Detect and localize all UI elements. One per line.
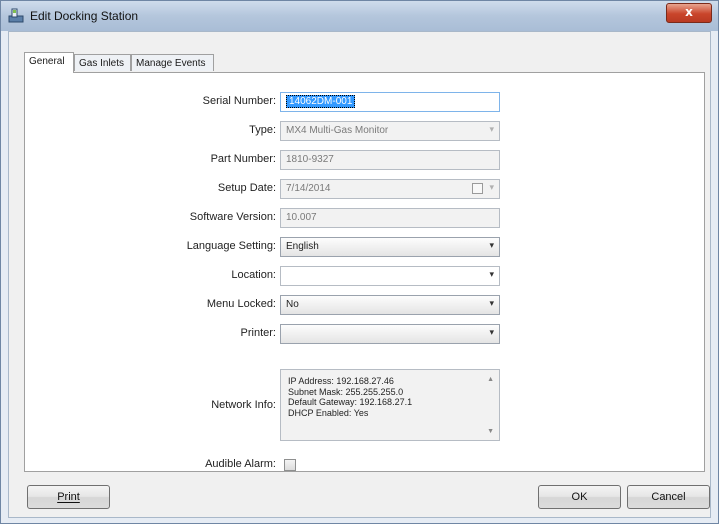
- setup-date-label: Setup Date:: [217, 182, 276, 194]
- setup-date-picker[interactable]: 7/14/2014 ▾: [280, 179, 500, 199]
- calendar-icon[interactable]: [472, 183, 483, 194]
- printer-label: Printer:: [240, 327, 276, 339]
- subnet-mask-line: Subnet Mask: 255.255.255.0: [288, 386, 404, 397]
- audible-alarm-label: Audible Alarm:: [205, 458, 276, 470]
- chevron-down-icon: ▾: [489, 240, 494, 250]
- close-icon: x: [685, 5, 693, 19]
- software-version-field: 10.007: [280, 208, 500, 228]
- network-info-label: Network Info:: [211, 399, 276, 411]
- docking-station-icon: [8, 8, 24, 23]
- tab-manage-events[interactable]: Manage Events: [131, 54, 214, 71]
- chevron-down-icon: ▾: [489, 124, 494, 134]
- part-number-label: Part Number:: [210, 153, 276, 165]
- serial-number-value: 14062DM-001: [286, 95, 356, 108]
- serial-number-input[interactable]: 14062DM-001: [280, 92, 500, 112]
- chevron-down-icon: ▾: [489, 298, 494, 308]
- scroll-down-icon[interactable]: ▼: [487, 427, 494, 438]
- location-combobox[interactable]: ▾: [280, 266, 500, 286]
- print-button-label: Print: [57, 491, 80, 503]
- type-value: MX4 Multi-Gas Monitor: [286, 125, 389, 136]
- edit-docking-station-dialog: Edit Docking Station x General Gas Inlet…: [0, 0, 719, 524]
- audible-alarm-checkbox[interactable]: [284, 459, 296, 471]
- close-button[interactable]: x: [666, 3, 712, 23]
- chevron-down-icon[interactable]: ▾: [489, 269, 494, 280]
- type-select[interactable]: MX4 Multi-Gas Monitor ▾: [280, 121, 500, 141]
- print-button[interactable]: Print: [27, 485, 110, 509]
- menu-locked-value: No: [286, 299, 299, 310]
- dialog-body: General Gas Inlets Manage Events Serial …: [8, 31, 711, 518]
- tab-general[interactable]: General: [24, 52, 74, 73]
- default-gateway-line: Default Gateway: 192.168.27.1: [288, 397, 413, 407]
- location-label: Location:: [231, 269, 276, 281]
- scroll-up-icon[interactable]: ▲: [487, 375, 494, 386]
- title-bar[interactable]: Edit Docking Station x: [1, 1, 718, 31]
- ip-address-line: IP Address: 192.168.27.46: [288, 376, 394, 386]
- tab-gas-inlets[interactable]: Gas Inlets: [74, 54, 131, 71]
- general-tab-panel: Serial Number: 14062DM-001 Type: MX4 Mul…: [24, 72, 705, 472]
- setup-date-value: 7/14/2014: [286, 183, 331, 194]
- menu-locked-label: Menu Locked:: [206, 298, 276, 310]
- serial-number-label: Serial Number:: [202, 95, 276, 107]
- ok-button-label: OK: [571, 491, 588, 503]
- printer-select[interactable]: ▾: [280, 324, 500, 344]
- software-version-value: 10.007: [286, 212, 317, 223]
- menu-locked-select[interactable]: No ▾: [280, 295, 500, 315]
- cancel-button-label: Cancel: [651, 491, 686, 503]
- type-label: Type:: [249, 124, 276, 136]
- dhcp-enabled-line: DHCP Enabled: Yes: [288, 407, 369, 418]
- language-setting-select[interactable]: English ▾: [280, 237, 500, 257]
- cancel-button[interactable]: Cancel: [627, 485, 710, 509]
- chevron-down-icon: ▾: [489, 327, 494, 337]
- language-setting-label: Language Setting:: [186, 240, 276, 252]
- chevron-down-icon[interactable]: ▾: [489, 182, 494, 193]
- part-number-value: 1810-9327: [286, 154, 334, 165]
- language-setting-value: English: [286, 241, 319, 252]
- part-number-field: 1810-9327: [280, 150, 500, 170]
- network-info-textarea[interactable]: IP Address: 192.168.27.46 Subnet Mask: 2…: [280, 369, 500, 441]
- ok-button[interactable]: OK: [538, 485, 621, 509]
- window-title: Edit Docking Station: [30, 9, 139, 23]
- software-version-label: Software Version:: [189, 211, 276, 223]
